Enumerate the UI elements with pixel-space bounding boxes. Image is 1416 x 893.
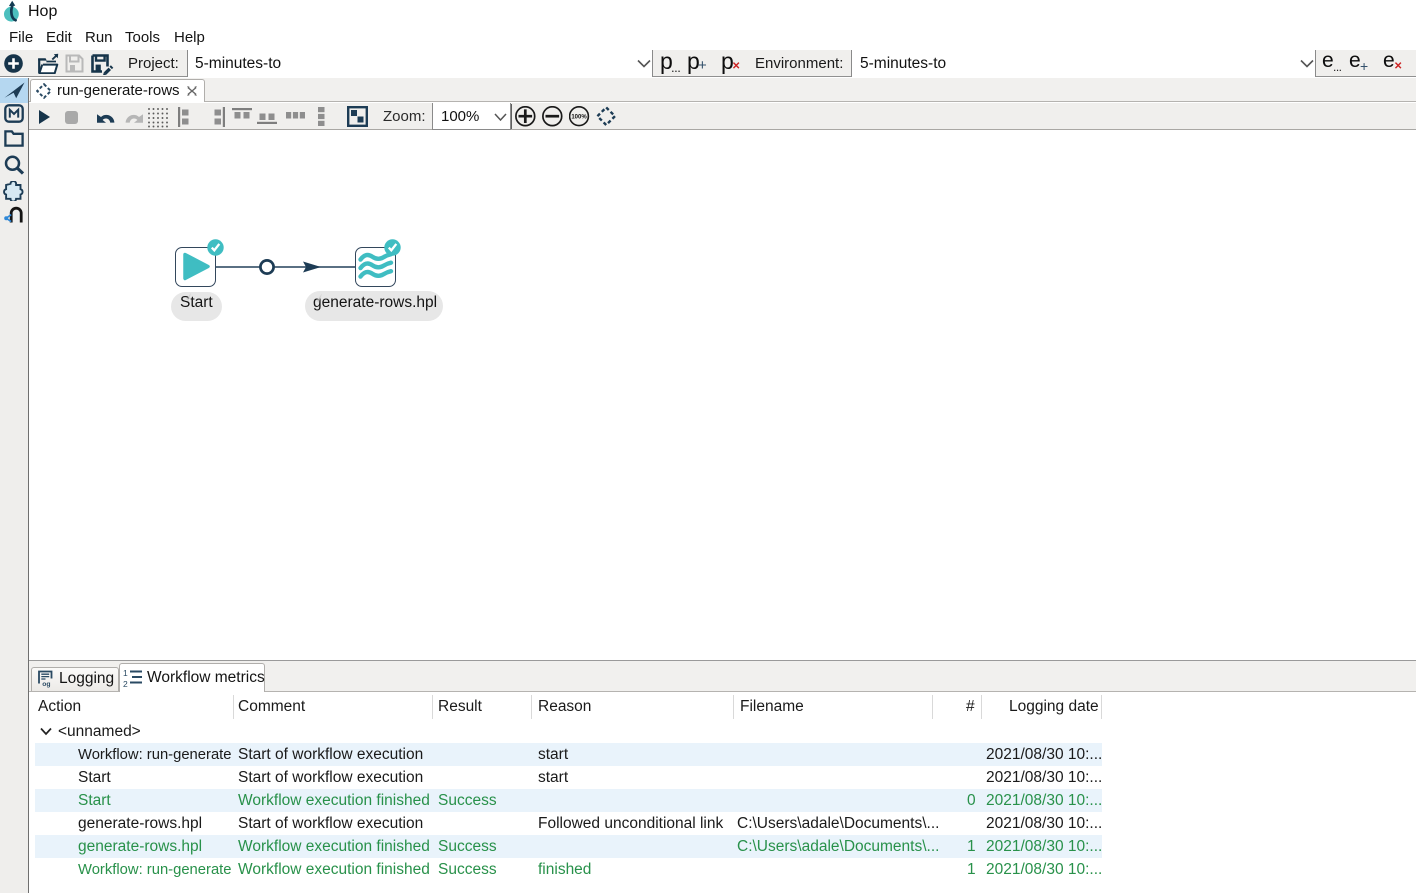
svg-text:2: 2 — [123, 679, 128, 688]
svg-text:og: og — [42, 681, 50, 688]
svg-text:1: 1 — [123, 668, 128, 678]
svg-text:100%: 100% — [571, 114, 587, 120]
